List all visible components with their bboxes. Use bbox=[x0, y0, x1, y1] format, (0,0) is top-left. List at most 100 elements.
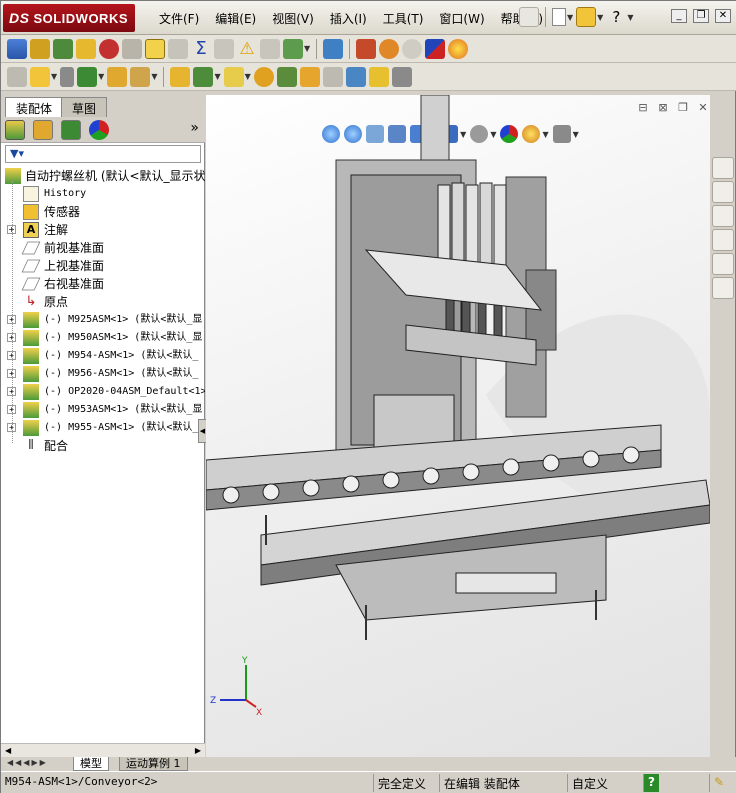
warning-icon[interactable]: ⚠ bbox=[237, 39, 257, 59]
open-folder-icon[interactable] bbox=[576, 7, 597, 27]
tree-component[interactable]: + (-) M953ASM<1> (默认<默认_显 bbox=[1, 401, 205, 419]
property-manager-icon[interactable] bbox=[33, 120, 53, 140]
scroll-right-icon[interactable]: ▶ bbox=[195, 746, 201, 755]
tree-item-annotations[interactable]: + A 注解 bbox=[1, 221, 205, 239]
smart-fasteners-icon[interactable] bbox=[107, 66, 128, 87]
file-explorer-icon[interactable] bbox=[712, 205, 734, 227]
graphics-area[interactable]: ⊟ ⊠ ❐ ✕ ▼ ▼ ▼ ▼ ▼ bbox=[206, 95, 710, 757]
appearances-scenes-icon[interactable] bbox=[712, 253, 734, 275]
color-icon[interactable] bbox=[425, 38, 446, 59]
menu-file[interactable]: 文件(F) bbox=[151, 10, 207, 27]
new-motion-study-icon[interactable] bbox=[253, 66, 274, 87]
tree-item-front-plane[interactable]: 前视基准面 bbox=[1, 239, 205, 257]
panel-more-icon[interactable]: » bbox=[190, 120, 199, 136]
tab-model[interactable]: 模型 bbox=[73, 757, 109, 771]
insert-dropdown-icon[interactable]: ▼ bbox=[51, 72, 57, 81]
spell-check-icon[interactable] bbox=[7, 38, 27, 59]
view-palette-icon[interactable] bbox=[712, 229, 734, 251]
status-units[interactable]: 自定义 bbox=[567, 774, 612, 792]
tab-motion-study[interactable]: 运动算例 1 bbox=[119, 757, 188, 771]
tree-item-right-plane[interactable]: 右视基准面 bbox=[1, 275, 205, 293]
show-hidden-icon[interactable] bbox=[170, 66, 191, 87]
section-properties-icon[interactable] bbox=[76, 38, 96, 59]
interference-icon[interactable] bbox=[214, 38, 234, 59]
minimize-icon[interactable]: _ bbox=[671, 9, 687, 23]
clearance-icon[interactable] bbox=[260, 38, 280, 59]
rotate-icon[interactable] bbox=[379, 38, 400, 59]
tree-component[interactable]: + (-) M956-ASM<1> (默认<默认_ bbox=[1, 365, 205, 383]
tree-root-assembly[interactable]: 自动拧螺丝机 (默认<默认_显示状 bbox=[1, 167, 205, 185]
reference-dropdown-icon[interactable]: ▼ bbox=[245, 72, 251, 81]
checkbox-disabled-icon[interactable] bbox=[168, 38, 188, 59]
mass-properties-icon[interactable] bbox=[53, 38, 73, 59]
new-document-icon[interactable] bbox=[552, 8, 566, 26]
menu-view[interactable]: 视图(V) bbox=[264, 10, 322, 27]
large-assembly-icon[interactable] bbox=[391, 66, 412, 87]
reference-geometry-icon[interactable] bbox=[223, 66, 244, 87]
check-disabled-icon[interactable] bbox=[402, 38, 423, 59]
pattern-dropdown-icon[interactable]: ▼ bbox=[98, 72, 104, 81]
tree-horizontal-scrollbar[interactable]: ◀ ▶ bbox=[1, 743, 205, 757]
custom-properties-icon[interactable] bbox=[712, 277, 734, 299]
tree-component[interactable]: + (-) M954-ASM<1> (默认<默认_ bbox=[1, 347, 205, 365]
tab-navigation-icon[interactable]: ◀◀◀▶▶ bbox=[7, 758, 48, 767]
solidworks-resources-icon[interactable] bbox=[712, 157, 734, 179]
tree-item-origin[interactable]: ↳ 原点 bbox=[1, 293, 205, 311]
menu-insert[interactable]: 插入(I) bbox=[322, 10, 375, 27]
instant3d-icon[interactable] bbox=[345, 66, 366, 87]
menu-edit[interactable]: 编辑(E) bbox=[207, 10, 264, 27]
linear-pattern-icon[interactable] bbox=[77, 66, 98, 87]
help-icon[interactable]: ? bbox=[606, 7, 626, 27]
status-tag-icon[interactable]: ✎ bbox=[709, 774, 728, 792]
new-dropdown-icon[interactable]: ▼ bbox=[567, 13, 573, 22]
menu-window[interactable]: 窗口(W) bbox=[431, 10, 492, 27]
help-dropdown-icon[interactable]: ▼ bbox=[627, 13, 633, 22]
tree-item-top-plane[interactable]: 上视基准面 bbox=[1, 257, 205, 275]
status-help-icon[interactable]: ? bbox=[643, 774, 659, 792]
tree-item-history[interactable]: History bbox=[1, 185, 205, 203]
table-icon[interactable] bbox=[323, 38, 344, 59]
bom-icon[interactable] bbox=[356, 38, 377, 59]
geometry-analysis-icon[interactable] bbox=[122, 38, 142, 59]
select-checkbox-icon[interactable] bbox=[145, 38, 165, 59]
exploded-view-icon[interactable] bbox=[299, 66, 320, 87]
design-library-icon[interactable] bbox=[712, 181, 734, 203]
configuration-manager-icon[interactable] bbox=[61, 120, 81, 140]
explode-line-icon[interactable] bbox=[322, 66, 343, 87]
tree-component[interactable]: + (-) OP2020-04ASM_Default<1> bbox=[1, 383, 205, 401]
sum-icon[interactable]: Σ bbox=[191, 38, 211, 59]
pin-icon[interactable] bbox=[519, 7, 539, 27]
display-manager-icon[interactable] bbox=[89, 120, 109, 140]
check-icon[interactable] bbox=[99, 38, 119, 59]
tree-component[interactable]: + (-) M950ASM<1> (默认<默认_显 bbox=[1, 329, 205, 347]
solidworks-logo[interactable]: DS SOLIDWORKS bbox=[3, 4, 135, 32]
assembly-model-viewport[interactable]: Y Z X bbox=[206, 95, 710, 757]
menu-tools[interactable]: 工具(T) bbox=[375, 10, 432, 27]
tree-component[interactable]: + (-) M955-ASM<1> (默认<默认_ bbox=[1, 419, 205, 437]
tree-filter[interactable]: ▼▾ bbox=[5, 145, 201, 163]
insert-component-icon[interactable] bbox=[7, 66, 27, 87]
scroll-left-icon[interactable]: ◀ bbox=[5, 746, 11, 755]
features-dropdown-icon[interactable]: ▼ bbox=[214, 72, 220, 81]
move-component-icon[interactable] bbox=[130, 66, 151, 87]
move-dropdown-icon[interactable]: ▼ bbox=[151, 72, 157, 81]
appearance-icon[interactable] bbox=[448, 38, 469, 59]
bill-of-materials-icon[interactable] bbox=[276, 66, 297, 87]
feature-manager-icon[interactable] bbox=[5, 120, 25, 140]
tree-component[interactable]: + (-) M925ASM<1> (默认<默认_显 bbox=[1, 311, 205, 329]
tab-sketch[interactable]: 草图 bbox=[61, 97, 108, 117]
physical-dynamics-icon[interactable] bbox=[368, 66, 389, 87]
restore-icon[interactable]: ❐ bbox=[693, 9, 709, 23]
analysis-dropdown-icon[interactable]: ▼ bbox=[304, 44, 310, 53]
tree-item-sensors[interactable]: 传感器 bbox=[1, 203, 205, 221]
tab-assembly[interactable]: 装配体 bbox=[5, 97, 64, 117]
mate-icon[interactable] bbox=[60, 66, 75, 87]
assembly-features-icon[interactable] bbox=[193, 66, 214, 87]
close-icon[interactable]: ✕ bbox=[715, 9, 731, 23]
open-dropdown-icon[interactable]: ▼ bbox=[597, 13, 603, 22]
new-part-icon[interactable] bbox=[30, 66, 50, 87]
hole-alignment-icon[interactable] bbox=[283, 38, 303, 59]
filter-icon[interactable]: ▼▾ bbox=[10, 147, 24, 160]
tree-item-mates[interactable]: ⫴ 配合 bbox=[1, 437, 205, 455]
measure-icon[interactable] bbox=[30, 38, 50, 59]
